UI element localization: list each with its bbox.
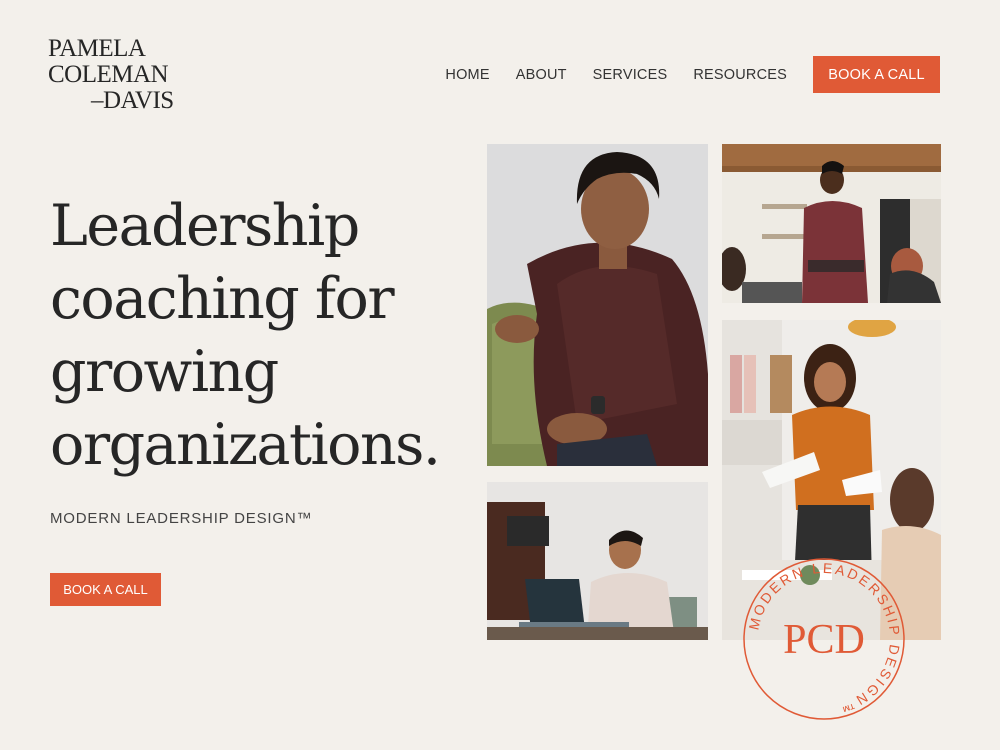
nav-services-link[interactable]: SERVICES <box>593 67 668 83</box>
photo-man-laptop <box>487 482 708 640</box>
logo-line-1: PAMELA <box>48 35 146 62</box>
hero-title-line-1: Leadership <box>50 193 360 259</box>
logo-line-3: –DAVIS <box>91 87 174 114</box>
nav-resources-link[interactable]: RESOURCES <box>693 67 787 83</box>
page-frame: PAMELA COLEMAN –DAVIS HOME ABOUT SERVICE… <box>0 0 1000 750</box>
main-nav: HOME ABOUT SERVICES RESOURCES BOOK A CAL… <box>445 56 940 93</box>
logo-line-2: COLEMAN <box>48 61 169 88</box>
pcd-stamp-badge: MODERN LEADERSHIP DESIGN™ PCD <box>738 553 910 725</box>
hero-title-line-3: growing <box>50 339 279 405</box>
nav-book-call-button[interactable]: BOOK A CALL <box>813 56 940 93</box>
nav-home-link[interactable]: HOME <box>445 67 489 83</box>
photo-coach-portrait <box>487 144 708 466</box>
hero-title-line-4: organizations. <box>50 412 441 478</box>
stamp-monogram: PCD <box>783 617 865 663</box>
hero-title: Leadership coaching for growing organiza… <box>50 190 470 482</box>
photo-man-presenting <box>722 144 941 303</box>
hero-tagline: MODERN LEADERSHIP DESIGN™ <box>50 510 313 527</box>
brand-logo[interactable]: PAMELA COLEMAN –DAVIS <box>48 36 174 114</box>
hero-book-call-button[interactable]: BOOK A CALL <box>50 573 161 606</box>
nav-about-link[interactable]: ABOUT <box>516 67 567 83</box>
hero-title-line-2: coaching for <box>50 266 395 332</box>
